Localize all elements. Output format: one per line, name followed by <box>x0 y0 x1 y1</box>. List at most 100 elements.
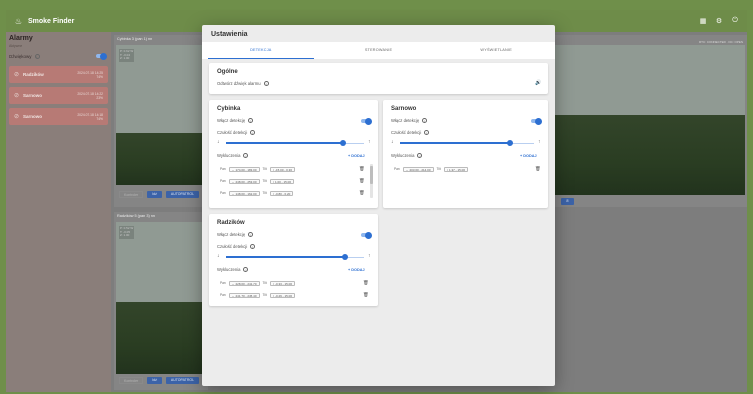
tilt-range[interactable]: ↕ 1.00 - 15.00 <box>269 178 295 184</box>
connection-status-text: RTC: CONNECTED · DC: OPEN <box>699 39 743 44</box>
tilt-range[interactable]: ↕ -0.80 - 0.20 <box>269 190 294 196</box>
slider-thumb[interactable] <box>341 254 348 260</box>
info-icon[interactable]: i <box>248 118 254 123</box>
info-icon[interactable]: i <box>250 244 256 249</box>
power-icon[interactable]: ⏻ <box>731 17 739 25</box>
trash-icon[interactable]: 🗑 <box>359 178 365 184</box>
arrow-up-icon: ↑ <box>538 139 541 145</box>
trash-icon[interactable]: 🗑 <box>535 166 541 172</box>
controller-button[interactable]: Kontroler <box>119 191 144 198</box>
add-exclusion-button[interactable]: + DODAJ <box>348 154 365 158</box>
camera-feed[interactable]: P: 0.52 W T: -0.05 Z: 1.00 <box>116 222 208 374</box>
camera-feed[interactable] <box>553 45 745 195</box>
ptz-overlay: P: 0.62 W T: -0.04 Z: 1.00 <box>119 49 135 62</box>
arrow-down-icon: ↓ <box>217 253 220 259</box>
camera-name: Sarnowo <box>391 106 417 112</box>
volume-icon[interactable]: 🔊 <box>535 80 541 86</box>
enable-label: Włącz detekcję <box>391 118 420 123</box>
arrow-down-icon: ↓ <box>391 139 394 145</box>
info-icon[interactable]: i <box>243 153 249 158</box>
arrow-up-icon: ↑ <box>368 139 371 145</box>
camera-controls: Kontroler Idź AUTOPATROL <box>119 191 200 198</box>
sensitivity-slider[interactable] <box>226 140 364 146</box>
exclusions-label: Wykluczenia <box>217 153 241 158</box>
pan-range[interactable]: ↔ 241.70 - 245.40 <box>228 292 260 298</box>
general-title: Ogólne <box>217 69 238 75</box>
go-button[interactable]: Idź <box>147 377 162 384</box>
feed-sky <box>553 45 745 115</box>
slider-thumb[interactable] <box>340 140 347 146</box>
info-icon[interactable]: i <box>422 118 428 123</box>
go-button[interactable]: Idź <box>147 191 162 198</box>
enable-detection-toggle[interactable] <box>361 117 372 125</box>
alert-camera-name: Sarnowo <box>23 93 43 98</box>
enable-detection-toggle[interactable] <box>361 231 372 239</box>
enable-detection-toggle[interactable] <box>531 117 542 125</box>
alert-confidence: 23% <box>96 95 103 100</box>
enable-label: Włącz detekcję <box>217 118 246 123</box>
grid-icon[interactable]: ▦ <box>699 17 707 25</box>
pan-range[interactable]: ↔ 248.00 - 253.00 <box>228 178 260 184</box>
call-button[interactable]: ✆ <box>561 198 574 205</box>
sound-row: Odtwórz dźwięk alarmu i <box>217 81 269 86</box>
slider-thumb[interactable] <box>506 140 513 146</box>
pan-label: Pan <box>220 281 226 285</box>
sensitivity-slider[interactable] <box>226 254 364 260</box>
header-actions: ▦ ⚙ ⏻ <box>699 17 739 25</box>
info-icon[interactable]: i <box>263 81 269 86</box>
tilt-range[interactable]: ↕ 1.37 - 15.00 <box>443 166 469 172</box>
autopatrol-button[interactable]: AUTOPATROL <box>165 191 200 198</box>
info-icon[interactable]: i <box>243 267 249 272</box>
pan-range[interactable]: ↔ 228.00 - 241.70 <box>228 280 260 286</box>
info-icon[interactable]: i <box>34 53 40 59</box>
pan-range[interactable]: ↔ 203.00 - 214.00 <box>402 166 434 172</box>
alarm-sidebar: Alarmy Aktywne Dźwiękowy i ⊘ Radzików 20… <box>6 32 111 392</box>
gear-icon[interactable]: ⚙ <box>715 17 723 25</box>
controller-button[interactable]: Kontroler <box>119 377 144 384</box>
pan-label: Pan <box>220 179 226 183</box>
alert-item[interactable]: ⊘ Sarnowo 2024.07.18 14:18 74% <box>9 108 108 125</box>
tilt-label: Tilt <box>262 167 267 171</box>
sound-notifications-toggle[interactable] <box>96 52 107 60</box>
trash-icon[interactable]: 🗑 <box>359 190 365 196</box>
add-exclusion-button[interactable]: + DODAJ <box>520 154 537 158</box>
enable-row: Włącz detekcję i <box>217 232 254 237</box>
scrollbar-thumb[interactable] <box>370 166 373 184</box>
trash-icon[interactable]: 🗑 <box>363 280 369 286</box>
tilt-label: Tilt <box>262 281 267 285</box>
tilt-range[interactable]: ↕ -15.00 - 0.30 <box>269 166 296 172</box>
camera-title: Cybinka 3 (pan 1) nn <box>117 37 153 41</box>
camera-controls: ✆ <box>561 198 574 205</box>
alert-item[interactable]: ⊘ Radzików 2024.07.18 14:25 74% <box>9 66 108 83</box>
info-icon[interactable]: i <box>424 130 430 135</box>
tilt-range[interactable]: ↕ -0.33 - 15.00 <box>269 280 296 286</box>
sensitivity-slider[interactable] <box>400 140 534 146</box>
tilt-range[interactable]: ↕ -0.29 - 15.00 <box>269 292 296 298</box>
pan-range[interactable]: ↔ 174.00 - 183.00 <box>228 166 260 172</box>
connection-status: RTC: CONNECTED · DC: OPEN <box>553 38 747 45</box>
alert-circle-icon: ⊘ <box>14 114 20 120</box>
camera-panel: ✆ <box>551 35 747 207</box>
info-icon[interactable]: i <box>250 130 256 135</box>
autopatrol-button[interactable]: AUTOPATROL <box>165 377 200 384</box>
sensitivity-row: Czułość detekcji i <box>391 130 430 135</box>
trash-icon[interactable]: 🗑 <box>359 166 365 172</box>
exclusions-label: Wykluczenia <box>391 153 415 158</box>
tab-control[interactable]: STEROWANIE <box>320 42 438 59</box>
tab-detection[interactable]: DETEKCJA <box>202 42 320 59</box>
alert-item[interactable]: ⊘ Sarnowo 2024.07.18 14:22 23% <box>9 87 108 104</box>
info-icon[interactable]: i <box>417 153 423 158</box>
tab-display[interactable]: WYŚWIETLANIE <box>437 42 555 59</box>
add-exclusion-button[interactable]: + DODAJ <box>348 268 365 272</box>
pan-label: Pan <box>220 167 226 171</box>
pan-label: Pan <box>220 191 226 195</box>
trash-icon[interactable]: 🗑 <box>363 292 369 298</box>
pan-range[interactable]: ↔ 148.00 - 162.00 <box>228 190 260 196</box>
camera-panel: Radzików 5 (pan 3) nn P: 0.52 W T: -0.05… <box>114 212 208 390</box>
camera-panel: Cybinka 3 (pan 1) nn P: 0.62 W T: -0.04 … <box>114 35 208 207</box>
exclusions-row: Wykluczenia i <box>391 153 423 158</box>
exclusions-scrollbar[interactable] <box>370 164 373 198</box>
sensitivity-row: Czułość detekcji i <box>217 244 256 249</box>
camera-feed[interactable]: P: 0.62 W T: -0.04 Z: 1.00 <box>116 45 208 185</box>
info-icon[interactable]: i <box>248 232 254 237</box>
